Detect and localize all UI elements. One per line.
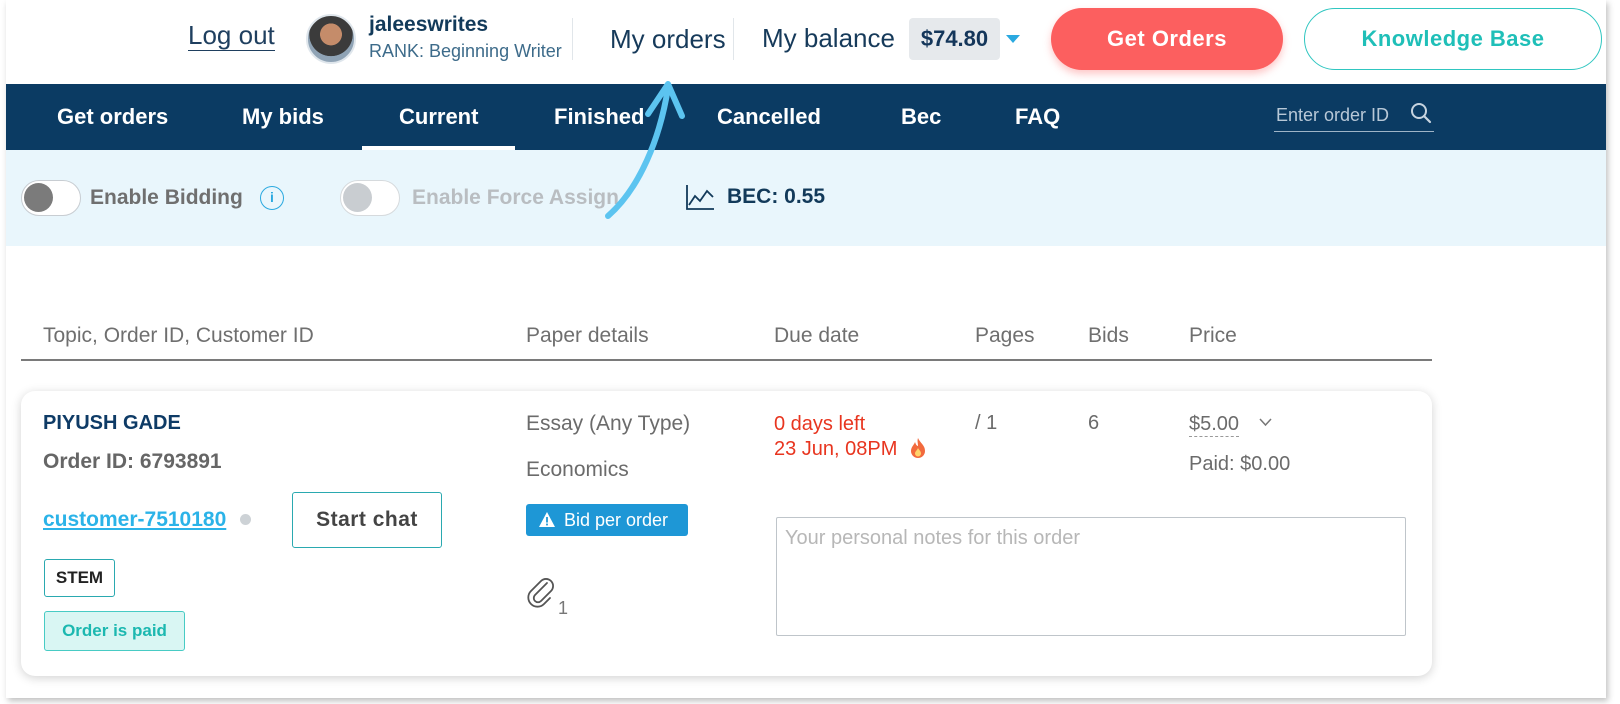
- username: jaleeswrites: [369, 13, 489, 36]
- paid-amount: Paid: $0.00: [1189, 453, 1291, 475]
- search-placeholder: Enter order ID: [1276, 105, 1390, 125]
- column-header-price: Price: [1189, 324, 1237, 347]
- tab-cancelled[interactable]: Cancelled: [717, 84, 821, 150]
- enable-force-assign-toggle[interactable]: [340, 180, 400, 216]
- balance-value[interactable]: $74.80: [909, 18, 1000, 60]
- column-header-bids: Bids: [1088, 324, 1129, 347]
- column-header-topic: Topic, Order ID, Customer ID: [43, 324, 314, 347]
- customer-status-dot: [240, 514, 251, 525]
- attachment-count: 1: [558, 598, 569, 618]
- days-left: 0 days left: [774, 413, 866, 435]
- tab-my-bids[interactable]: My bids: [242, 84, 324, 150]
- column-header-due-date: Due date: [774, 324, 860, 347]
- enable-bidding-toggle[interactable]: [21, 180, 81, 216]
- logout-link[interactable]: Log out: [188, 20, 275, 51]
- due-date: 23 Jun, 08PM: [774, 438, 898, 460]
- order-topic: PIYUSH GADE: [43, 412, 181, 434]
- info-icon[interactable]: i: [260, 186, 284, 210]
- tab-current[interactable]: Current: [361, 84, 517, 150]
- tab-faq[interactable]: FAQ: [1015, 84, 1060, 150]
- user-rank: RANK: Beginning Writer: [369, 41, 562, 61]
- header-divider: [21, 359, 1432, 361]
- paperclip-icon[interactable]: [526, 575, 556, 609]
- order-price[interactable]: $5.00: [1189, 412, 1240, 437]
- fire-icon: [911, 438, 925, 458]
- divider: [572, 18, 573, 60]
- caret-down-icon[interactable]: [1006, 35, 1020, 43]
- order-id: Order ID: 6793891: [43, 450, 222, 473]
- warning-icon: [539, 512, 555, 527]
- bid-per-order-badge: Bid per order: [526, 504, 688, 536]
- get-orders-button[interactable]: Get Orders: [1051, 8, 1283, 70]
- paper-type: Essay (Any Type): [526, 412, 691, 435]
- divider: [733, 18, 734, 60]
- column-header-pages: Pages: [975, 324, 1035, 347]
- my-balance-label: My balance: [762, 23, 895, 53]
- toggle-knob: [24, 183, 53, 212]
- bid-per-order-label: Bid per order: [564, 510, 669, 530]
- toggle-knob: [343, 183, 372, 212]
- tab-finished[interactable]: Finished: [554, 84, 644, 150]
- top-bar: Log out jaleeswrites RANK: Beginning Wri…: [6, 0, 1606, 84]
- customer-link[interactable]: customer-7510180: [43, 508, 226, 532]
- chevron-down-icon[interactable]: [1259, 418, 1272, 427]
- chart-line-icon: [686, 185, 714, 210]
- tab-get-orders[interactable]: Get orders: [57, 84, 168, 150]
- app-window: Log out jaleeswrites RANK: Beginning Wri…: [6, 0, 1606, 698]
- user-avatar[interactable]: [306, 14, 356, 64]
- paper-subject: Economics: [526, 458, 629, 481]
- main-nav: Get orders My bids Current Finished Canc…: [6, 84, 1606, 150]
- order-notes-input[interactable]: [776, 517, 1406, 636]
- knowledge-base-button[interactable]: Knowledge Base: [1304, 8, 1602, 70]
- page-count: / 1: [975, 412, 998, 434]
- start-chat-button[interactable]: Start chat: [292, 492, 442, 548]
- bid-count: 6: [1088, 412, 1100, 434]
- my-orders-link[interactable]: My orders: [610, 24, 726, 55]
- enable-bidding-label: Enable Bidding: [90, 186, 243, 209]
- stem-tag: STEM: [44, 559, 115, 597]
- column-header-paper-details: Paper details: [526, 324, 649, 347]
- search-icon[interactable]: [1410, 102, 1432, 124]
- filter-strip: Enable Bidding i Enable Force Assign BEC…: [6, 150, 1606, 246]
- order-id-search[interactable]: Enter order ID: [1274, 100, 1434, 132]
- order-paid-badge: Order is paid: [44, 611, 185, 651]
- enable-force-assign-label: Enable Force Assign: [412, 186, 619, 209]
- tab-bec[interactable]: Bec: [901, 84, 941, 150]
- bec-value: BEC: 0.55: [727, 185, 826, 208]
